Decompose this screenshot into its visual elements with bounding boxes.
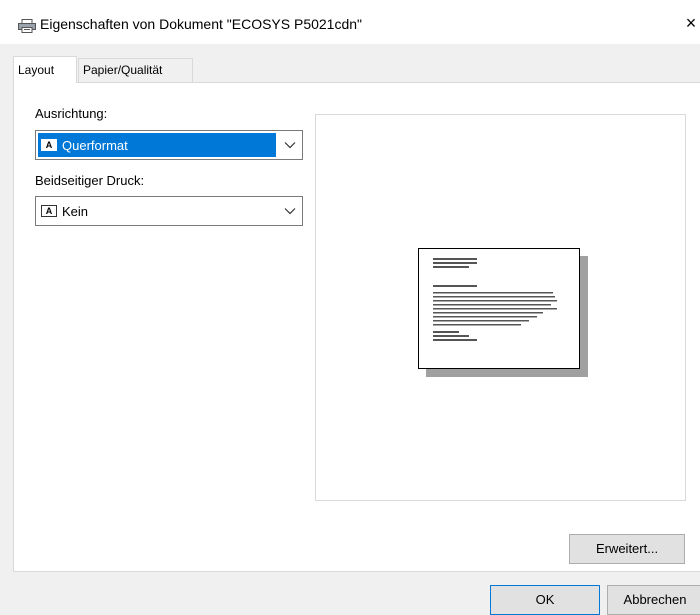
ok-button[interactable]: OK bbox=[490, 585, 600, 615]
close-icon: × bbox=[685, 13, 697, 33]
tab-layout[interactable]: Layout bbox=[13, 56, 77, 83]
duplex-label: Beidseitiger Druck: bbox=[35, 173, 145, 188]
advanced-button[interactable]: Erweitert... bbox=[569, 534, 685, 564]
duplex-select[interactable]: A Kein bbox=[35, 196, 303, 226]
cancel-button[interactable]: Abbrechen bbox=[607, 585, 700, 615]
landscape-orientation-icon: A bbox=[41, 139, 57, 151]
single-sided-icon: A bbox=[41, 205, 57, 217]
window-title: Eigenschaften von Dokument "ECOSYS P5021… bbox=[40, 16, 363, 32]
close-button[interactable]: × bbox=[680, 12, 700, 34]
duplex-selected-value: A Kein bbox=[38, 199, 276, 223]
orientation-value: Querformat bbox=[62, 137, 128, 153]
page-preview-icon bbox=[418, 248, 580, 369]
chevron-down-icon bbox=[284, 142, 296, 149]
duplex-value: Kein bbox=[62, 203, 89, 219]
tab-paper-quality[interactable]: Papier/Qualität bbox=[78, 58, 193, 82]
chevron-down-icon bbox=[284, 208, 296, 215]
title-bar: Eigenschaften von Dokument "ECOSYS P5021… bbox=[0, 0, 700, 44]
printer-icon bbox=[18, 19, 36, 33]
orientation-selected-value: A Querformat bbox=[38, 133, 276, 157]
orientation-label: Ausrichtung: bbox=[35, 106, 108, 121]
orientation-select[interactable]: A Querformat bbox=[35, 130, 303, 160]
